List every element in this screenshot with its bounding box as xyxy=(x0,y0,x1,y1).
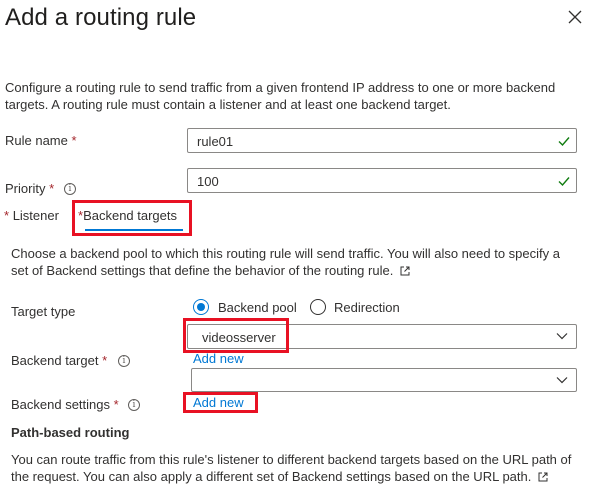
close-icon[interactable] xyxy=(566,8,584,26)
backend-settings-select[interactable] xyxy=(191,368,577,392)
page-title: Add a routing rule xyxy=(5,4,197,31)
priority-input[interactable]: 100 xyxy=(187,168,577,193)
priority-info-icon[interactable]: i xyxy=(64,183,76,195)
backend-settings-label: Backend settings * xyxy=(11,397,119,412)
backend-target-label: Backend target * xyxy=(11,353,108,368)
valid-check-icon xyxy=(558,177,570,187)
backend-description: Choose a backend pool to which this rout… xyxy=(11,246,560,278)
backend-target-info-icon[interactable]: i xyxy=(118,355,130,367)
highlight-box-target xyxy=(183,318,289,353)
highlight-box-add-new xyxy=(183,392,258,413)
intro-text: Configure a routing rule to send traffic… xyxy=(5,80,556,112)
external-link-icon[interactable] xyxy=(400,266,410,276)
radio-redirection[interactable] xyxy=(310,299,326,315)
external-link-icon[interactable] xyxy=(538,472,548,482)
tab-listener[interactable]: * Listener xyxy=(4,208,59,223)
add-new-backend-target-link[interactable]: Add new xyxy=(193,351,244,366)
path-routing-heading: Path-based routing xyxy=(11,425,130,440)
radio-redirection-label[interactable]: Redirection xyxy=(334,300,400,315)
rule-name-input[interactable]: rule01 xyxy=(187,128,577,153)
radio-backend-pool-label[interactable]: Backend pool xyxy=(218,300,297,315)
valid-check-icon xyxy=(558,137,570,147)
path-routing-description: You can route traffic from this rule's l… xyxy=(11,452,572,484)
priority-label: Priority * xyxy=(5,181,55,196)
backend-settings-info-icon[interactable]: i xyxy=(128,399,140,411)
rule-name-label: Rule name * xyxy=(5,133,77,148)
chevron-down-icon xyxy=(556,333,568,340)
highlight-box-tab xyxy=(72,200,192,236)
target-type-label: Target type xyxy=(11,304,76,319)
chevron-down-icon xyxy=(556,377,568,384)
radio-backend-pool[interactable] xyxy=(193,299,209,315)
